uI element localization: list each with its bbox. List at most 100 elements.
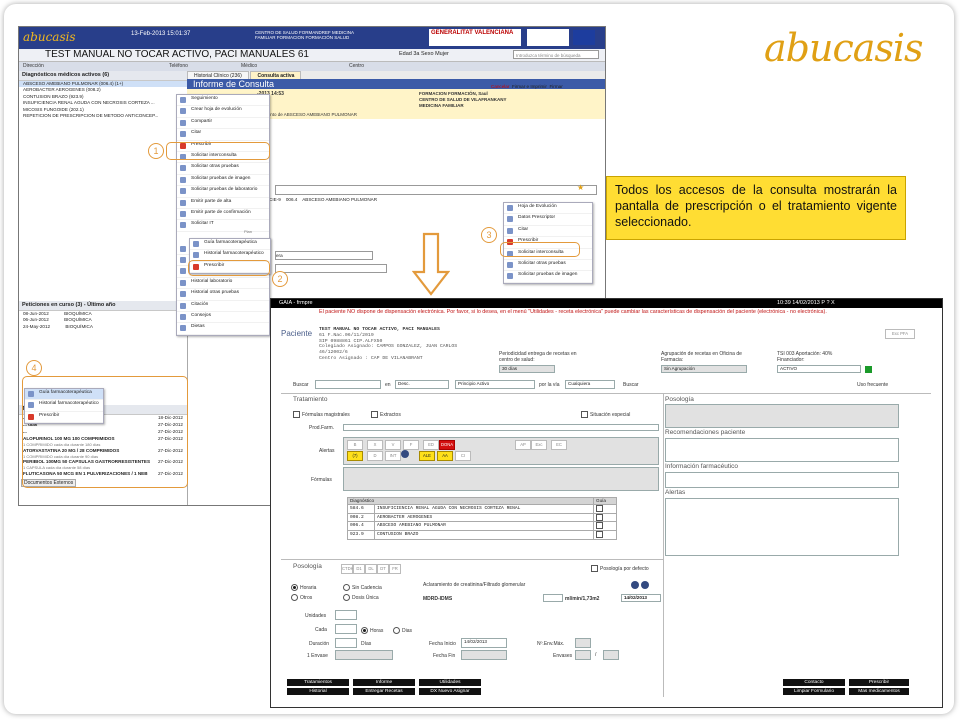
- agrupacion-select[interactable]: Sin Agrupación: [661, 365, 747, 373]
- horaria-radio[interactable]: Horaria: [291, 584, 316, 591]
- menu3-item[interactable]: Solicitar pruebas de imagen: [504, 271, 592, 283]
- firmar-button[interactable]: Firmar: [549, 84, 562, 89]
- otros-radio[interactable]: Otros: [291, 594, 312, 601]
- extractos-checkbox[interactable]: Extractos: [371, 411, 401, 418]
- periodicidad-select[interactable]: 30 días: [499, 365, 555, 373]
- alert-code[interactable]: AP: [515, 440, 531, 450]
- prescribir-button[interactable]: Prescribir: [849, 679, 909, 686]
- menu1-item[interactable]: Seguimiento: [177, 95, 269, 107]
- buscar-button[interactable]: Buscar: [623, 382, 639, 388]
- info-icon[interactable]: [631, 581, 639, 589]
- recomendaciones-textarea[interactable]: [665, 438, 899, 462]
- menu1-item[interactable]: Solicitar otras pruebas: [177, 163, 269, 175]
- prod-farm-input[interactable]: [343, 424, 659, 431]
- desc-select[interactable]: Desc.: [395, 380, 449, 389]
- posologia-tab[interactable]: CTDH: [341, 564, 354, 574]
- sin-cadencia-radio[interactable]: Sin Cadencia: [343, 584, 382, 591]
- alert-code[interactable]: D: [367, 451, 383, 461]
- mdrd-date[interactable]: 14/02/2013: [621, 594, 661, 602]
- posologia-tab[interactable]: D1: [353, 564, 365, 574]
- mas-medicamentos-button[interactable]: Mas medicamentos: [849, 688, 909, 695]
- via-select[interactable]: Cualquiera: [565, 380, 615, 389]
- alert-code[interactable]: ALE: [419, 451, 435, 461]
- exc-pfa-button[interactable]: Exc PFA: [885, 329, 915, 339]
- menu1-item[interactable]: Historial otras pruebas: [177, 289, 269, 301]
- n-env-max-input[interactable]: [575, 638, 591, 648]
- alert-code[interactable]: X: [367, 440, 383, 450]
- alert-code[interactable]: F: [403, 440, 419, 450]
- firmar-imprimir-button[interactable]: Firmar e Imprimir: [512, 84, 547, 89]
- envases-input[interactable]: [575, 650, 591, 660]
- dosis-unica-radio[interactable]: Dosis Única: [343, 594, 379, 601]
- posologia-tab[interactable]: DL: [365, 564, 377, 574]
- checkbox-icon[interactable]: [596, 531, 603, 539]
- horas-radio[interactable]: Horas: [361, 627, 383, 634]
- menu1-item[interactable]: Citación: [177, 301, 269, 313]
- limpiar-formulario-button[interactable]: Limpiar Formulario: [783, 688, 845, 695]
- uso-frecuente-button[interactable]: Uso frecuente: [857, 382, 888, 388]
- menu3-item[interactable]: Hoja de Evolución: [504, 203, 592, 215]
- duracion-input[interactable]: [335, 638, 357, 648]
- dias-radio[interactable]: Dias: [393, 627, 412, 634]
- report-text-input[interactable]: [275, 185, 597, 195]
- diag-row[interactable]: 923.9 CONTUSION BRAZO: [347, 530, 617, 540]
- menu1-item[interactable]: Emitir parte de confirmación: [177, 209, 269, 221]
- alert-code[interactable]: B: [347, 440, 363, 450]
- star-icon[interactable]: ★: [577, 183, 584, 192]
- unidades-input[interactable]: [335, 610, 357, 620]
- tipo-dropdown[interactable]: era: [275, 251, 373, 260]
- formulas-magistrales-checkbox[interactable]: Fórmulas magistrales: [293, 411, 350, 418]
- cada-input[interactable]: [335, 624, 357, 634]
- diag-row[interactable]: 006.4 ABSCESO AMEBIANO PULMONAR: [347, 521, 617, 532]
- buscar-input[interactable]: [315, 380, 381, 389]
- fecha-fin-input[interactable]: [461, 650, 507, 660]
- alert-code[interactable]: V: [385, 440, 401, 450]
- diagnosticos-header[interactable]: Diagnósticos médicos activos (6): [19, 71, 187, 81]
- alert-code[interactable]: INT: [385, 451, 401, 461]
- menu1-item[interactable]: Crear hoja de evolución: [177, 106, 269, 118]
- dx-nuevo-asignar-button[interactable]: DX Nuevo Asignar: [419, 688, 481, 695]
- menu1-item[interactable]: Solicitar IT: [177, 220, 269, 232]
- checkbox-icon[interactable]: [596, 513, 603, 521]
- envases-total-input[interactable]: [603, 650, 619, 660]
- menu1-item[interactable]: Emitir parte de alta: [177, 198, 269, 209]
- search-icon[interactable]: [401, 450, 409, 458]
- calc-icon[interactable]: [641, 581, 649, 589]
- contacto-button[interactable]: Contacto: [783, 679, 845, 686]
- utilidades-button[interactable]: Utilidades: [419, 679, 481, 686]
- checkbox-icon[interactable]: [596, 505, 603, 512]
- second-dropdown[interactable]: [275, 264, 387, 273]
- financiador-select[interactable]: ACTIVO: [777, 365, 861, 373]
- alert-code[interactable]: ED: [423, 440, 439, 450]
- menu3-item[interactable]: Citar: [504, 226, 592, 238]
- checkbox-icon[interactable]: [596, 522, 603, 530]
- term-search-input[interactable]: Introduzca término de búsqueda: [513, 50, 599, 59]
- info-farmaceutico-textarea[interactable]: [665, 472, 899, 488]
- entregar-recetas-button[interactable]: Entregar Recetas: [353, 688, 415, 695]
- envase-input[interactable]: [335, 650, 393, 660]
- principio-select[interactable]: Principio Activo: [455, 380, 535, 389]
- historial-button[interactable]: Historial: [287, 688, 349, 695]
- peticion-item[interactable]: 24-May-2012 BIOQUÍMICA: [19, 324, 187, 330]
- posologia-tab[interactable]: DT: [377, 564, 389, 574]
- fecha-inicio-input[interactable]: 14/02/2013: [461, 638, 507, 648]
- alert-code[interactable]: DONA: [439, 440, 455, 450]
- alert-code[interactable]: EC: [551, 440, 567, 450]
- menu3-item[interactable]: Datos Prescriptor: [504, 214, 592, 226]
- menu1-item[interactable]: Solicitar pruebas de imagen: [177, 175, 269, 187]
- posologia-defecto-checkbox[interactable]: Posología por defecto: [591, 565, 649, 572]
- menu1-item[interactable]: Dietas: [177, 323, 269, 335]
- menu1-item[interactable]: Solicitar pruebas de laboratorio: [177, 186, 269, 198]
- diag-row[interactable]: 008.2 AEROBACTER AEROGENES: [347, 512, 617, 523]
- diag-row[interactable]: 584.6 INSUFICIENCIA RENAL AGUDA CON NECRO…: [347, 504, 617, 514]
- posologia-tab[interactable]: FR: [389, 564, 401, 574]
- menu2-guia-farmacoterapeutica[interactable]: Guía farmacoterapéutica: [190, 239, 270, 251]
- alertas-right-textarea[interactable]: [665, 498, 899, 556]
- menu3-item[interactable]: Solicitar otras pruebas: [504, 260, 592, 272]
- situacion-especial-checkbox[interactable]: Situación especial: [581, 411, 630, 418]
- diagnostico-item[interactable]: REPETICION DE PRESCRIPCION DE METODO ANT…: [19, 113, 187, 119]
- peticiones-header[interactable]: Peticiones en curso (3) - Último año: [19, 301, 187, 311]
- alert-code[interactable]: Exc: [531, 440, 547, 450]
- cancelar-button[interactable]: Cancelar: [491, 84, 509, 89]
- menu1-item[interactable]: Historial laboratorio: [177, 278, 269, 290]
